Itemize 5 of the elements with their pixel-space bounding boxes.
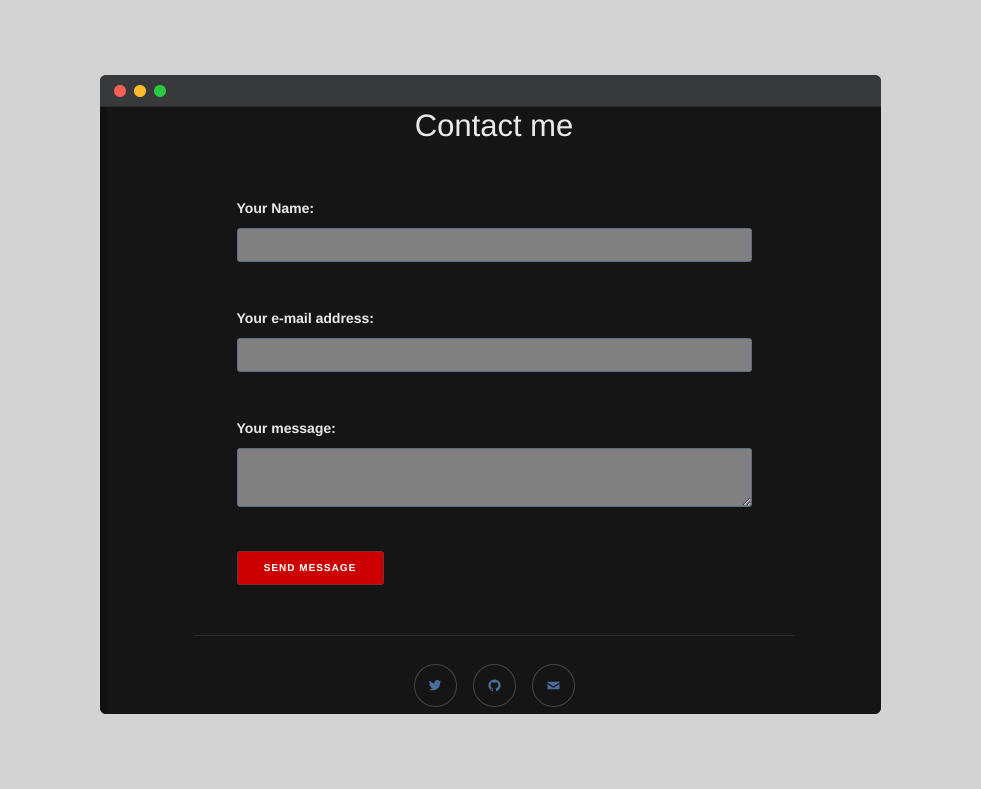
- field-label: Your e-mail address:: [236, 309, 375, 328]
- send-button[interactable]: SEND MESSAGE: [236, 551, 384, 586]
- field-label: Your Name:: [236, 199, 316, 218]
- page-heading: Contact me: [414, 107, 574, 144]
- field-label: Your message:: [236, 419, 337, 438]
